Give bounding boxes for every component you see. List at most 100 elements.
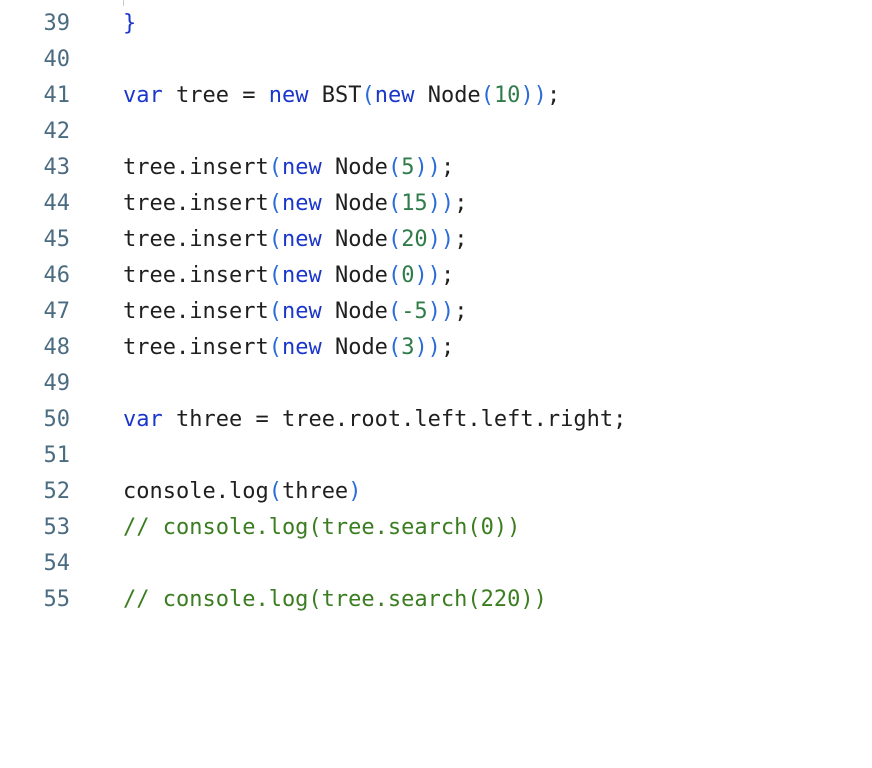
code-token: tree.insert [123,227,269,252]
code-token: ( [268,299,282,324]
code-token: ( [387,299,402,324]
code-editor[interactable]: 39} 40 41 var tree = new BST(new Node(10));… [0,0,872,768]
code-token: ; [440,263,455,288]
code-token: new [281,263,322,288]
code-line[interactable]: 48 tree.insert(new Node(3)); [0,330,872,366]
code-token: ( [268,263,282,288]
code-token: Node [321,191,388,216]
code-line[interactable]: 51 [0,438,872,474]
line-number: 44 [43,191,71,216]
code-line[interactable]: 41 var tree = new BST(new Node(10)); [0,78,872,114]
line-number: 55 [43,587,71,612]
code-token: ( [387,263,402,288]
code-text: // console.log(tree.search(0)) [123,510,520,546]
code-text: console.log(three) [123,474,361,510]
code-token: ; [546,83,561,108]
code-token: new [281,155,322,180]
code-token: ( [268,227,282,252]
code-token: ( [268,191,282,216]
line-number: 47 [43,299,71,324]
code-text: var three = tree.root.left.left.right; [123,402,626,438]
code-token: ( [268,155,282,180]
code-token: three = tree.root.left.left.right; [162,407,627,432]
code-token: tree.insert [123,263,269,288]
code-line[interactable]: 46 tree.insert(new Node(0)); [0,258,872,294]
code-line[interactable]: 54 [0,546,872,582]
code-token: 5 [401,155,415,180]
code-token: ( [387,155,402,180]
code-token: ; [454,191,468,216]
code-token: Node [321,263,388,288]
code-token: ( [387,191,402,216]
code-line[interactable]: 39} [0,6,872,42]
code-token: tree.insert [123,191,269,216]
code-token: Node [321,227,388,252]
code-token: Node [321,155,388,180]
code-token: )) [427,227,455,252]
code-text: tree.insert(new Node(20)); [123,222,467,258]
code-line[interactable]: 52 console.log(three) [0,474,872,510]
code-token: ; [440,335,455,360]
code-line[interactable]: 43 tree.insert(new Node(5)); [0,150,872,186]
code-line[interactable]: 55 // console.log(tree.search(220)) [0,582,872,618]
code-line[interactable]: 42 [0,114,872,150]
line-number: 39 [43,11,71,36]
code-token: ( [480,83,494,108]
code-token: // console.log(tree.search(220)) [123,587,547,612]
code-token: new [268,83,309,108]
code-token: ; [454,299,468,324]
code-token: )) [414,155,441,180]
line-number: 51 [43,443,71,468]
code-token: )) [427,191,455,216]
line-number: 52 [43,479,71,504]
code-token: tree.insert [123,335,269,360]
code-line[interactable]: 40 [0,42,872,78]
code-token: 3 [401,335,415,360]
code-token: new [374,83,415,108]
line-number: 40 [43,47,71,72]
code-token: } [123,11,137,36]
code-token: ( [268,335,282,360]
code-text: tree.insert(new Node(-5)); [123,294,467,330]
code-token: ( [387,227,402,252]
code-token: BST [308,83,362,108]
code-token: var [123,83,163,108]
code-text: var tree = new BST(new Node(10)); [123,78,560,114]
code-token: )) [414,335,441,360]
code-text: } [123,6,136,42]
code-token: Node [321,299,388,324]
code-token: ( [361,83,375,108]
code-token: -5 [401,299,428,324]
code-token: ; [440,155,455,180]
code-token: ( [387,335,402,360]
code-token: ) [348,479,362,504]
line-number: 49 [43,371,71,396]
code-token: tree.insert [123,155,269,180]
line-number: 54 [43,551,71,576]
code-line[interactable]: 45 tree.insert(new Node(20)); [0,222,872,258]
code-token: tree.insert [123,299,269,324]
code-line[interactable]: 50 var three = tree.root.left.left.right; [0,402,872,438]
code-token: tree = [162,83,269,108]
line-number: 43 [43,155,71,180]
line-number: 46 [43,263,71,288]
code-text: // console.log(tree.search(220)) [123,582,547,618]
code-text: tree.insert(new Node(3)); [123,330,454,366]
code-text: tree.insert(new Node(15)); [123,186,467,222]
code-line[interactable]: 44 tree.insert(new Node(15)); [0,186,872,222]
code-token: new [281,227,322,252]
code-token: 10 [493,83,521,108]
code-line[interactable]: 49 [0,366,872,402]
code-token: console.log [123,479,269,504]
code-token: 20 [401,227,428,252]
code-token: new [281,335,322,360]
line-number: 41 [43,83,71,108]
code-token: )) [427,299,455,324]
code-token: Node [321,335,388,360]
code-line[interactable]: 53 // console.log(tree.search(0)) [0,510,872,546]
code-token: ( [268,479,282,504]
code-token: 0 [401,263,415,288]
code-line[interactable]: 47 tree.insert(new Node(-5)); [0,294,872,330]
code-token: Node [414,83,481,108]
line-number: 48 [43,335,71,360]
